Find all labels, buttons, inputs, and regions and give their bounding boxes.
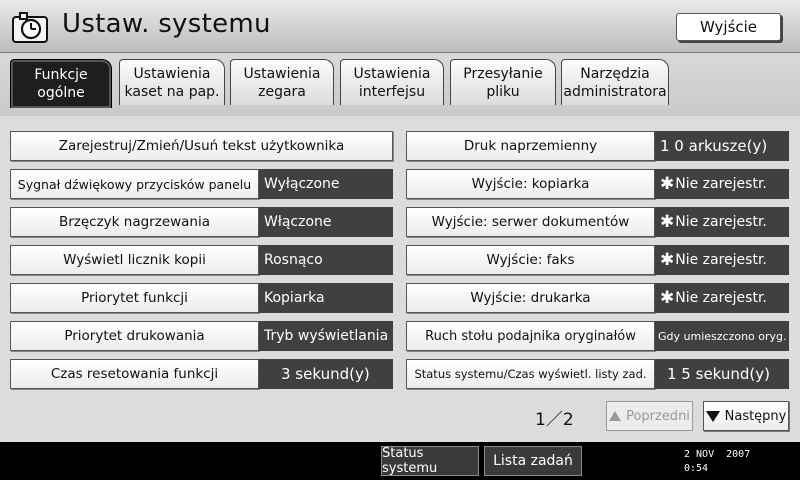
job-list-display-time-value: 1 5 sekund(y) [655,359,789,389]
tab-interface-settings[interactable]: Ustawienia interfejsu [340,59,444,105]
output-fax-value: ✱ Nie zarejestr. [655,245,789,275]
tab-file-transfer[interactable]: Przesyłanie pliku [450,59,556,105]
triangle-up-icon [609,411,622,421]
date-text: 2 NOV 2007 [684,449,751,460]
title-bar: Ustaw. systemu Wyjście [0,0,800,53]
settings-clock-icon [12,12,48,43]
copy-counter-display-button[interactable]: Wyświetl licznik kopii [10,245,259,275]
user-text-button[interactable]: Zarejestruj/Zmień/Usuń tekst użytkownika [10,131,393,161]
job-list-display-time-button[interactable]: Status systemu/Czas wyświetl. listy zad. [406,359,655,389]
tab-general-functions[interactable]: Funkcje ogólne [10,59,112,108]
output-printer-value: ✱ Nie zarejestr. [655,283,789,313]
function-reset-timer-value: 3 sekund(y) [259,359,393,389]
panel-key-sound-button[interactable]: Sygnał dźwiękowy przycisków panelu [10,169,259,199]
next-label: Następny [724,408,787,424]
warmup-beeper-button[interactable]: Brzęczyk nagrzewania [10,207,259,237]
page-indicator: 1／2 [535,410,574,430]
exit-button[interactable]: Wyjście [676,13,781,41]
tab-strip: Funkcje ogólne Ustawienia kaset na pap. … [0,53,800,169]
output-document-server-value: ✱ Nie zarejestr. [655,207,789,237]
not-registered-mark: ✱ [660,174,675,194]
warmup-beeper-value: Włączone [259,207,393,237]
panel-key-sound-value: Wyłączone [259,169,393,199]
time-text: 0:54 [684,463,709,474]
output-copier-value-text: Nie zarejestr. [675,176,767,192]
function-priority-value: Kopiarka [259,283,393,313]
screen: Ustaw. systemu Wyjście Funkcje ogólne Us… [0,0,800,480]
function-priority-button[interactable]: Priorytet funkcji [10,283,259,313]
interleave-print-value: 1 0 arkusze(y) [655,131,789,161]
output-document-server-value-text: Nie zarejestr. [675,214,767,230]
output-copier-button[interactable]: Wyjście: kopiarka [406,169,655,199]
tab-clock-settings[interactable]: Ustawienia zegara [230,59,334,105]
not-registered-mark: ✱ [660,288,675,308]
next-page-button[interactable]: Następny [703,401,789,431]
not-registered-mark: ✱ [660,212,675,232]
output-copier-value: ✱ Nie zarejestr. [655,169,789,199]
output-printer-value-text: Nie zarejestr. [675,290,767,306]
print-priority-button[interactable]: Priorytet drukowania [10,321,259,351]
page-title: Ustaw. systemu [62,9,271,39]
tab-tray-settings[interactable]: Ustawienia kaset na pap. [119,59,225,105]
adf-table-lift-button[interactable]: Ruch stołu podajnika oryginałów [406,321,655,351]
copy-counter-display-value: Rosnąco [259,245,393,275]
output-document-server-button[interactable]: Wyjście: serwer dokumentów [406,207,655,237]
settings-panel [0,116,800,442]
function-reset-timer-button[interactable]: Czas resetowania funkcji [10,359,259,389]
output-fax-button[interactable]: Wyjście: faks [406,245,655,275]
tab-administrator-tools[interactable]: Narzędzia administratora [561,59,669,105]
system-status-button[interactable]: Status systemu [381,446,479,476]
output-fax-value-text: Nie zarejestr. [675,252,767,268]
status-bar: Status systemu Lista zadań 2 NOV 2007 0:… [0,442,800,480]
not-registered-mark: ✱ [660,250,675,270]
adf-table-lift-value: Gdy umieszczono oryg. [655,321,789,351]
previous-page-button[interactable]: Poprzedni [606,401,693,431]
print-priority-value: Tryb wyświetlania [259,321,393,351]
date-time: 2 NOV 2007 0:54 [684,448,750,476]
interleave-print-button[interactable]: Druk naprzemienny [406,131,655,161]
job-list-button[interactable]: Lista zadań [484,446,582,476]
triangle-down-icon [705,410,720,422]
output-printer-button[interactable]: Wyjście: drukarka [406,283,655,313]
previous-label: Poprzedni [626,408,690,424]
